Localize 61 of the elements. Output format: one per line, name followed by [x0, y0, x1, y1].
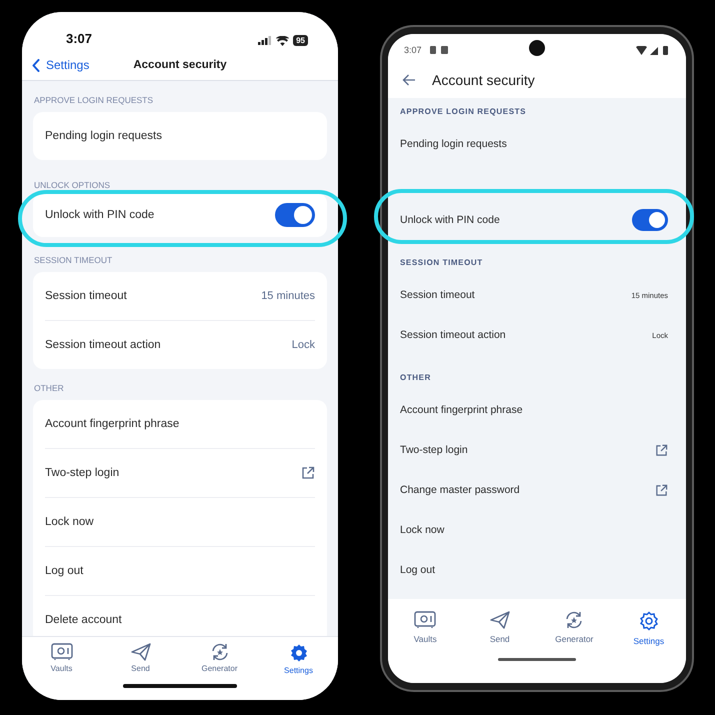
- external-link-icon: [301, 466, 315, 480]
- settings-icon: [288, 643, 308, 663]
- back-button[interactable]: Settings: [32, 58, 90, 72]
- section-header: SESSION TIMEOUT: [33, 254, 114, 267]
- screen-title: Account security: [432, 72, 535, 88]
- setting-value[interactable]: 15 minutes: [261, 290, 315, 302]
- toggle-switch[interactable]: [632, 209, 668, 231]
- toggle-switch[interactable]: [275, 203, 315, 227]
- wifi-icon: [276, 36, 290, 46]
- tab-item[interactable]: Send: [110, 643, 170, 675]
- menu-item[interactable]: Session timeout action: [400, 329, 506, 341]
- menu-item[interactable]: Change master password: [400, 484, 520, 496]
- section-header: SESSION TIMEOUT: [399, 257, 484, 269]
- back-arrow-icon[interactable]: [402, 74, 416, 86]
- chevron-left-icon: [32, 58, 40, 72]
- menu-item[interactable]: Log out: [45, 565, 84, 577]
- vault-icon: [414, 611, 436, 629]
- menu-item[interactable]: Delete account: [45, 614, 122, 626]
- menu-item[interactable]: Session timeout action: [45, 339, 161, 351]
- menu-item[interactable]: Session timeout: [400, 289, 475, 301]
- status-time: 3:07: [66, 31, 92, 46]
- status-time: 3:07: [404, 45, 422, 55]
- tab-item[interactable]: Settings: [268, 643, 328, 675]
- menu-item[interactable]: Two-step login: [400, 444, 468, 456]
- toggle-label: Unlock with PIN code: [45, 209, 154, 221]
- battery-level: 95: [293, 35, 308, 46]
- notification-icons: [430, 46, 450, 54]
- menu-item[interactable]: Session timeout: [45, 290, 127, 302]
- section-header: OTHER: [399, 372, 432, 384]
- tab-item[interactable]: Generator: [190, 643, 250, 675]
- paper-plane-icon: [490, 611, 510, 629]
- tab-item[interactable]: Send: [468, 611, 532, 646]
- section-header: OTHER: [33, 382, 65, 395]
- external-link-icon: [655, 484, 668, 496]
- section-header: APPROVE LOGIN REQUESTS: [399, 106, 528, 118]
- screen-title: Account security: [133, 59, 227, 71]
- external-link-icon: [655, 444, 668, 456]
- refresh-star-icon: [210, 643, 230, 661]
- menu-item[interactable]: Account fingerprint phrase: [400, 404, 523, 416]
- section-header: APPROVE LOGIN REQUESTS: [33, 94, 154, 107]
- menu-item[interactable]: Pending login requests: [45, 130, 162, 142]
- setting-value[interactable]: Lock: [292, 339, 315, 351]
- section-header: UNLOCK OPTIONS: [33, 179, 112, 192]
- toggle-label: Unlock with PIN code: [400, 214, 500, 226]
- vault-icon: [50, 643, 72, 661]
- menu-item[interactable]: Account fingerprint phrase: [45, 418, 180, 430]
- menu-item[interactable]: Log out: [400, 564, 436, 576]
- status-icons: [636, 46, 670, 54]
- tab-item[interactable]: Vaults: [32, 643, 92, 675]
- menu-item[interactable]: Pending login requests: [400, 138, 507, 150]
- signal-icon: [258, 36, 272, 45]
- paper-plane-icon: [130, 643, 150, 661]
- tab-item[interactable]: Generator: [542, 611, 606, 646]
- settings-icon: [638, 611, 659, 631]
- camera-hole: [529, 40, 545, 56]
- menu-item[interactable]: Lock now: [45, 516, 94, 528]
- tab-item[interactable]: Settings: [616, 611, 681, 646]
- menu-item[interactable]: Lock now: [400, 524, 444, 536]
- menu-item[interactable]: Two-step login: [45, 467, 120, 479]
- tab-item[interactable]: Vaults: [393, 611, 458, 646]
- refresh-star-icon: [564, 611, 584, 629]
